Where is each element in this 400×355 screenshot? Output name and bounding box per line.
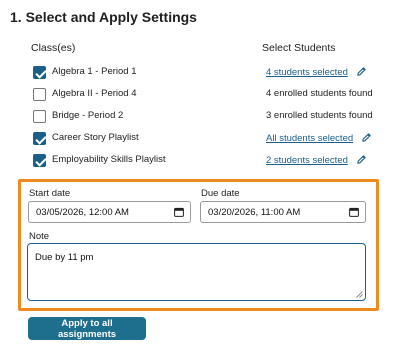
pencil-icon[interactable] — [356, 154, 367, 165]
class-row: Career Story Playlist All students selec… — [30, 130, 372, 150]
note-textarea[interactable]: Due by 11 pm — [27, 243, 366, 301]
class-row: Bridge - Period 2 3 enrolled students fo… — [30, 108, 373, 128]
class-row: Employability Skills Playlist 2 students… — [30, 152, 370, 172]
class-label: Employability Skills Playlist — [52, 154, 166, 165]
class-checkbox[interactable] — [33, 132, 46, 145]
class-row: Algebra II - Period 4 4 enrolled student… — [30, 86, 373, 106]
class-label: Bridge - Period 2 — [52, 110, 124, 121]
class-checkbox[interactable] — [33, 66, 46, 79]
students-selected-link[interactable]: All students selected — [266, 133, 353, 144]
students-info: 4 students selected — [266, 66, 367, 78]
apply-to-all-button[interactable]: Apply to all assignments — [28, 317, 146, 340]
resize-handle-icon[interactable] — [356, 291, 363, 298]
class-label: Algebra II - Period 4 — [52, 88, 137, 99]
students-selected-link[interactable]: 4 students selected — [266, 67, 348, 78]
start-date-label: Start date — [29, 188, 71, 199]
students-info: 4 enrolled students found — [266, 88, 373, 99]
start-date-input[interactable]: 03/05/2026, 12:00 AM — [28, 201, 191, 223]
due-date-value: 03/20/2026, 11:00 AM — [208, 207, 301, 218]
note-label: Note — [29, 231, 50, 242]
pencil-icon[interactable] — [356, 66, 367, 77]
classes-column-header: Class(es) — [31, 42, 76, 54]
pencil-icon[interactable] — [361, 132, 372, 143]
class-checkbox[interactable] — [33, 110, 46, 123]
calendar-icon[interactable] — [349, 207, 359, 217]
students-info: 3 enrolled students found — [266, 110, 373, 121]
class-label: Algebra 1 - Period 1 — [52, 66, 137, 77]
due-date-input[interactable]: 03/20/2026, 11:00 AM — [200, 201, 366, 223]
class-label: Career Story Playlist — [52, 132, 139, 143]
due-date-label: Due date — [201, 188, 240, 199]
start-date-value: 03/05/2026, 12:00 AM — [36, 207, 129, 218]
students-selected-link[interactable]: 2 students selected — [266, 155, 348, 166]
class-checkbox[interactable] — [33, 154, 46, 167]
students-info: All students selected — [266, 132, 372, 144]
students-count-text: 3 enrolled students found — [266, 110, 373, 121]
class-checkbox[interactable] — [33, 88, 46, 101]
students-column-header: Select Students — [262, 42, 336, 54]
section-title: 1. Select and Apply Settings — [10, 9, 197, 25]
students-info: 2 students selected — [266, 154, 367, 166]
note-value: Due by 11 pm — [35, 252, 94, 263]
class-row: Algebra 1 - Period 1 4 students selected — [30, 64, 370, 84]
calendar-icon[interactable] — [174, 207, 184, 217]
students-count-text: 4 enrolled students found — [266, 88, 373, 99]
